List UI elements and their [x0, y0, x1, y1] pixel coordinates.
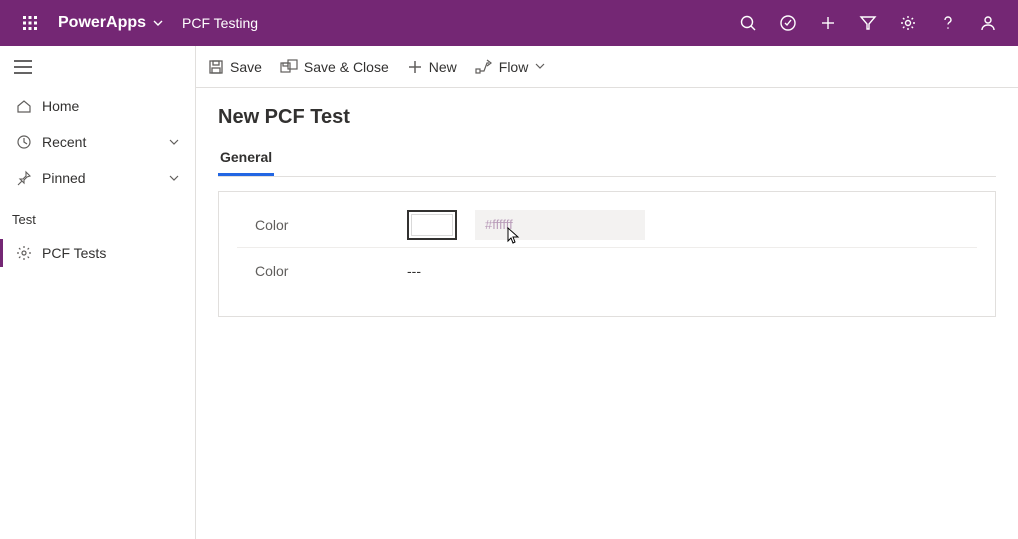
field-label: Color [237, 217, 407, 233]
task-icon[interactable] [768, 0, 808, 46]
search-icon[interactable] [728, 0, 768, 46]
form-card: Color Color --- [218, 191, 996, 317]
home-icon [12, 98, 36, 114]
chevron-down-icon [165, 136, 183, 148]
field-row-color-text: Color --- [237, 248, 977, 294]
field-row-color-picker: Color [237, 202, 977, 248]
gear-icon [12, 245, 36, 261]
plus-icon [407, 59, 423, 75]
new-button[interactable]: New [407, 59, 457, 75]
sidebar-item-label: Pinned [42, 170, 165, 186]
tab-general[interactable]: General [218, 143, 274, 176]
account-icon[interactable] [968, 0, 1008, 46]
filter-icon[interactable] [848, 0, 888, 46]
color-swatch-inner [411, 214, 453, 236]
field-value[interactable]: --- [407, 263, 421, 279]
save-button[interactable]: Save [208, 59, 262, 75]
cmd-label: Save & Close [304, 59, 389, 75]
pin-icon [12, 170, 36, 186]
save-icon [208, 59, 224, 75]
chevron-down-icon [165, 172, 183, 184]
flow-button[interactable]: Flow [475, 59, 547, 75]
flow-icon [475, 59, 493, 75]
cmd-label: New [429, 59, 457, 75]
add-icon[interactable] [808, 0, 848, 46]
help-icon[interactable] [928, 0, 968, 46]
clock-icon [12, 134, 36, 150]
sidebar-item-label: Home [42, 98, 183, 114]
sidebar-item-label: Recent [42, 134, 165, 150]
global-header: PowerApps PCF Testing [0, 0, 1018, 46]
field-label: Color [237, 263, 407, 279]
brand-label[interactable]: PowerApps [58, 14, 146, 32]
sidebar-item-pinned[interactable]: Pinned [0, 160, 195, 196]
color-hex-input[interactable] [475, 210, 645, 240]
main-content: Save Save & Close New Flow [196, 46, 1018, 539]
form-tabs: General [218, 143, 996, 177]
chevron-down-icon[interactable] [152, 17, 164, 29]
environment-name[interactable]: PCF Testing [182, 15, 258, 31]
app-launcher-icon[interactable] [10, 0, 50, 46]
sidebar-item-recent[interactable]: Recent [0, 124, 195, 160]
cmd-label: Save [230, 59, 262, 75]
page-title: New PCF Test [218, 106, 996, 129]
sidebar-toggle[interactable] [0, 46, 195, 88]
save-close-icon [280, 59, 298, 75]
sidebar-group-header: Test [0, 196, 195, 235]
save-close-button[interactable]: Save & Close [280, 59, 389, 75]
sidebar-item-label: PCF Tests [42, 245, 183, 261]
color-swatch[interactable] [407, 210, 457, 240]
chevron-down-icon [534, 59, 546, 75]
sidebar-item-pcf-tests[interactable]: PCF Tests [0, 235, 195, 271]
cmd-label: Flow [499, 59, 529, 75]
settings-icon[interactable] [888, 0, 928, 46]
site-sidebar: Home Recent Pinned Test PCF Tests [0, 46, 196, 539]
command-bar: Save Save & Close New Flow [196, 46, 1018, 88]
sidebar-item-home[interactable]: Home [0, 88, 195, 124]
